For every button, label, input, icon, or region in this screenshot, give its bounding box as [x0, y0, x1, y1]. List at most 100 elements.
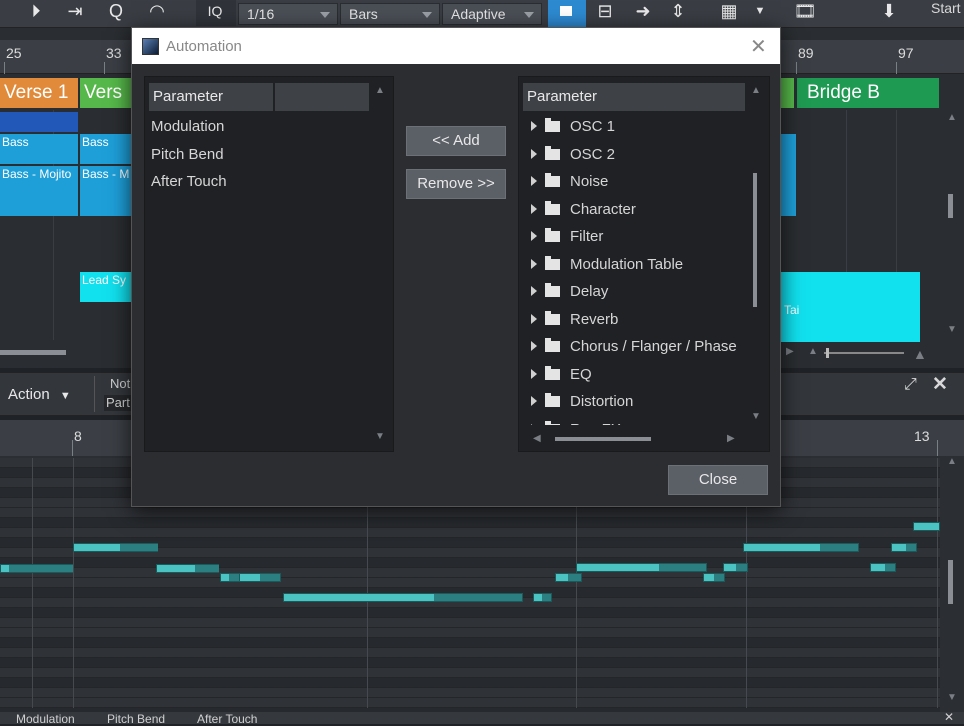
action-menu[interactable]: Action ▼ [8, 386, 71, 403]
scroll-down-icon[interactable]: ▼ [947, 324, 957, 335]
clip-bass[interactable]: Bass [0, 134, 78, 164]
midi-note[interactable] [533, 593, 552, 602]
expand-arrow-icon[interactable] [531, 148, 537, 159]
download-arrow-icon[interactable]: ⬇ [872, 0, 906, 26]
remove-button[interactable]: Remove >> [406, 169, 506, 199]
tree-folder-item[interactable]: Modulation Table [519, 251, 751, 279]
chevron-down-icon[interactable]: ▼ [752, 0, 768, 26]
expand-icon[interactable]: ⤢ [904, 376, 917, 394]
list-item[interactable]: Pitch Bend [151, 141, 224, 169]
iq-button[interactable]: IQ [200, 0, 230, 26]
hscroll-thumb[interactable] [555, 437, 651, 441]
midi-note[interactable] [239, 573, 281, 582]
tree-folder-item[interactable]: OSC 2 [519, 141, 751, 169]
clip-bass[interactable]: Bass [80, 134, 132, 164]
clip-lead-synth[interactable]: Lead Sy [80, 272, 132, 302]
scroll-left-icon[interactable]: ◀ [533, 433, 541, 444]
clip-bass-mojito[interactable]: Bass - Mojito [0, 166, 78, 216]
scroll-down-icon[interactable]: ▼ [751, 411, 761, 422]
tree-folder-item[interactable]: Reverb [519, 306, 751, 334]
expand-arrow-icon[interactable] [531, 121, 537, 131]
section-green-edge[interactable] [780, 78, 794, 108]
expand-arrow-icon[interactable] [531, 258, 537, 269]
midi-note[interactable] [891, 543, 917, 552]
scroll-up-icon[interactable]: ▲ [751, 85, 761, 96]
wifi-snap-icon[interactable]: ◠ [140, 0, 174, 26]
tree-folder-item[interactable]: Delay [519, 278, 751, 306]
expand-arrow-icon[interactable] [531, 341, 537, 351]
loop-range-icon[interactable]: ⇥ [60, 0, 90, 26]
midi-note[interactable] [555, 573, 582, 582]
play-arrow-icon[interactable]: ▶ [786, 346, 794, 357]
arrangement-hscroll-thumb[interactable] [0, 350, 66, 355]
midi-note[interactable] [870, 563, 896, 572]
arrow-right-tool-icon[interactable]: ➜ [630, 0, 656, 26]
scroll-down-icon[interactable]: ▼ [375, 431, 385, 442]
midi-note[interactable] [743, 543, 859, 552]
snap-select[interactable]: Adaptive [442, 3, 542, 25]
scroll-up-icon[interactable]: ▲ [375, 85, 385, 96]
midi-note[interactable] [73, 543, 158, 552]
part-field[interactable]: Part [104, 395, 132, 411]
section-verse-1[interactable]: Verse 1 [0, 78, 78, 108]
midi-clip[interactable] [0, 112, 78, 132]
quantize-select[interactable]: 1/16 [238, 3, 338, 25]
tree-folder-item[interactable]: Noise [519, 168, 751, 196]
close-lanes-icon[interactable]: ✕ [944, 710, 954, 724]
midi-note[interactable] [0, 564, 73, 573]
zoom-handle[interactable] [826, 348, 829, 358]
tree-folder-item[interactable]: OSC 1 [519, 113, 751, 141]
midi-note[interactable] [283, 593, 523, 602]
available-parameters-tree[interactable]: Parameter ▲ OSC 1 OSC 2 Noise Character Filt… [518, 76, 770, 452]
tree-hscroll[interactable]: ◀ ▶ [519, 429, 751, 449]
clip-bass-m[interactable]: Bass - M [80, 166, 132, 216]
piano-roll-vscroll[interactable]: ▲ ▼ [946, 456, 957, 706]
scroll-thumb[interactable] [948, 560, 953, 604]
section-bridge-b[interactable]: Bridge B [797, 78, 939, 108]
add-button[interactable]: << Add [406, 126, 506, 156]
loop-forward-icon[interactable]: ⏵ [22, 0, 50, 26]
midi-note[interactable] [703, 573, 725, 582]
expand-arrow-icon[interactable] [531, 203, 537, 214]
tree-folder-item[interactable]: Chorus / Flanger / Phase [519, 333, 751, 361]
tree-folder-item[interactable]: Filter [519, 223, 751, 251]
arrangement-vscroll[interactable]: ▲ ▼ [946, 112, 957, 335]
tree-scroll-thumb[interactable] [753, 173, 757, 307]
section-verse[interactable]: Vers [80, 78, 132, 108]
split-tool-icon[interactable]: ⊟ [592, 0, 618, 26]
expand-arrow-icon[interactable] [531, 286, 537, 296]
scroll-right-icon[interactable]: ▶ [727, 433, 735, 444]
midi-note[interactable] [156, 564, 219, 573]
tree-folder-item[interactable]: Distortion [519, 388, 751, 416]
zoom-out-icon[interactable]: ▲ [808, 346, 818, 357]
close-button[interactable]: Close [668, 465, 768, 495]
close-icon[interactable]: ✕ [750, 34, 767, 59]
clip-bass-edge[interactable] [780, 134, 796, 216]
column-header-parameter[interactable]: Parameter [523, 83, 745, 111]
tree-folder-item[interactable]: EQ [519, 361, 751, 389]
expand-arrow-icon[interactable] [531, 368, 537, 379]
start-label[interactable]: Start [931, 0, 961, 16]
zoom-in-icon[interactable]: ▲ [913, 346, 927, 362]
list-item[interactable]: After Touch [151, 168, 227, 196]
quantize-q-icon[interactable]: Q [103, 0, 129, 26]
scroll-up-icon[interactable]: ▲ [947, 456, 957, 467]
assigned-parameters-list[interactable]: Parameter ▲ Modulation Pitch Bend After … [144, 76, 394, 452]
timebase-select[interactable]: Bars [340, 3, 440, 25]
close-editor-icon[interactable]: ✕ [932, 373, 948, 396]
dialog-titlebar[interactable]: Automation ✕ [132, 28, 780, 64]
grid-view-icon[interactable]: ▦ [714, 0, 744, 26]
midi-note[interactable] [913, 522, 940, 531]
film-icon[interactable]: 🎞 [792, 0, 818, 26]
tree-folder-item[interactable]: Rep FX [519, 416, 751, 425]
tree-folder-item[interactable]: Character [519, 196, 751, 224]
flag-tool-button[interactable] [548, 0, 586, 27]
midi-note[interactable] [576, 563, 707, 572]
column-header-empty[interactable] [275, 83, 369, 111]
column-header-parameter[interactable]: Parameter [149, 83, 273, 111]
cursor-tool-icon[interactable]: ⇕ [668, 0, 688, 26]
clip-tai[interactable]: Tai [780, 272, 920, 342]
midi-note[interactable] [220, 573, 240, 582]
scroll-up-icon[interactable]: ▲ [947, 112, 957, 123]
scroll-thumb[interactable] [948, 194, 953, 218]
